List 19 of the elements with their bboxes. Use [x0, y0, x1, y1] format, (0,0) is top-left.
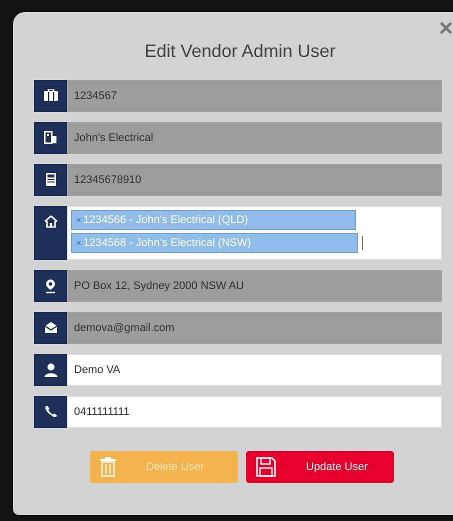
map-pin-icon: [45, 279, 56, 294]
remove-tag-button[interactable]: ×: [76, 215, 82, 225]
tags-field[interactable]: × 1234566 - John's Electrical (QLD) × 1234568 - John's Electrical (NSW): [67, 206, 442, 260]
input-field[interactable]: Demo VA: [67, 354, 442, 386]
tag-chip[interactable]: × 1234566 - John's Electrical (QLD): [71, 210, 356, 230]
envelope-icon: [44, 321, 58, 334]
trash-icon: [100, 457, 116, 477]
person-icon: [44, 363, 58, 377]
dialog-title: Edit Vendor Admin User: [143, 40, 337, 63]
text-cursor: [362, 236, 363, 250]
close-button[interactable]: ×: [438, 15, 453, 43]
home-icon: [44, 215, 58, 228]
phone-icon: [44, 405, 58, 418]
briefcase-icon: [44, 89, 58, 101]
building-icon: [44, 131, 57, 144]
input-field[interactable]: 0411111111: [67, 396, 442, 428]
remove-tag-button[interactable]: ×: [76, 238, 82, 248]
tag-chip[interactable]: × 1234568 - John's Electrical (NSW): [71, 233, 358, 253]
update-button[interactable]: Update User: [246, 451, 394, 483]
